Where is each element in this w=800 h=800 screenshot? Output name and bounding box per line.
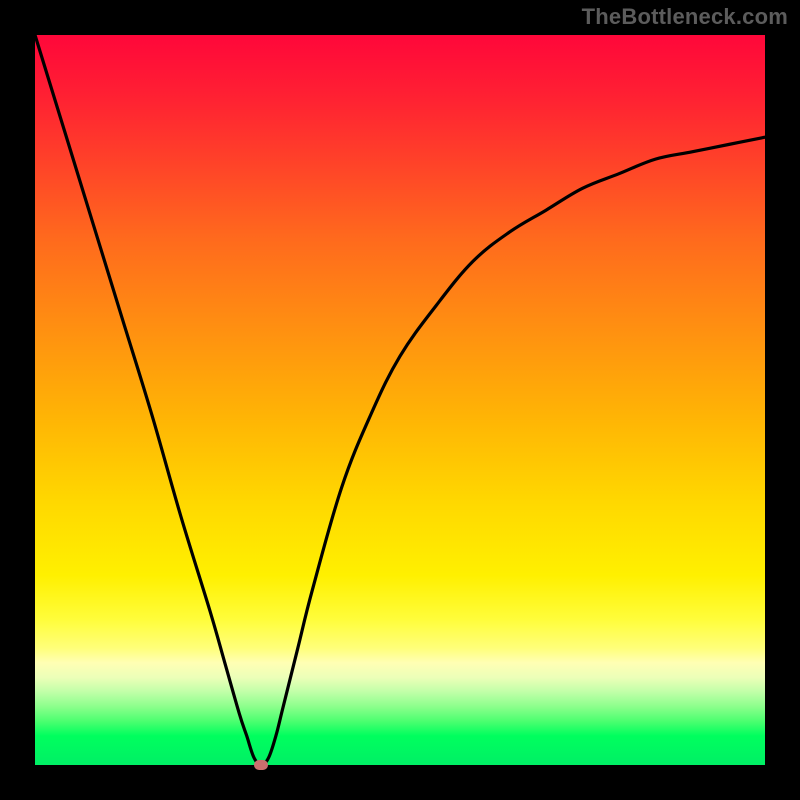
chart-container: TheBottleneck.com (0, 0, 800, 800)
plot-area (35, 35, 765, 765)
watermark-text: TheBottleneck.com (582, 4, 788, 30)
bottleneck-curve-path (35, 35, 765, 765)
curve-svg (35, 35, 765, 765)
minimum-marker (254, 760, 268, 770)
